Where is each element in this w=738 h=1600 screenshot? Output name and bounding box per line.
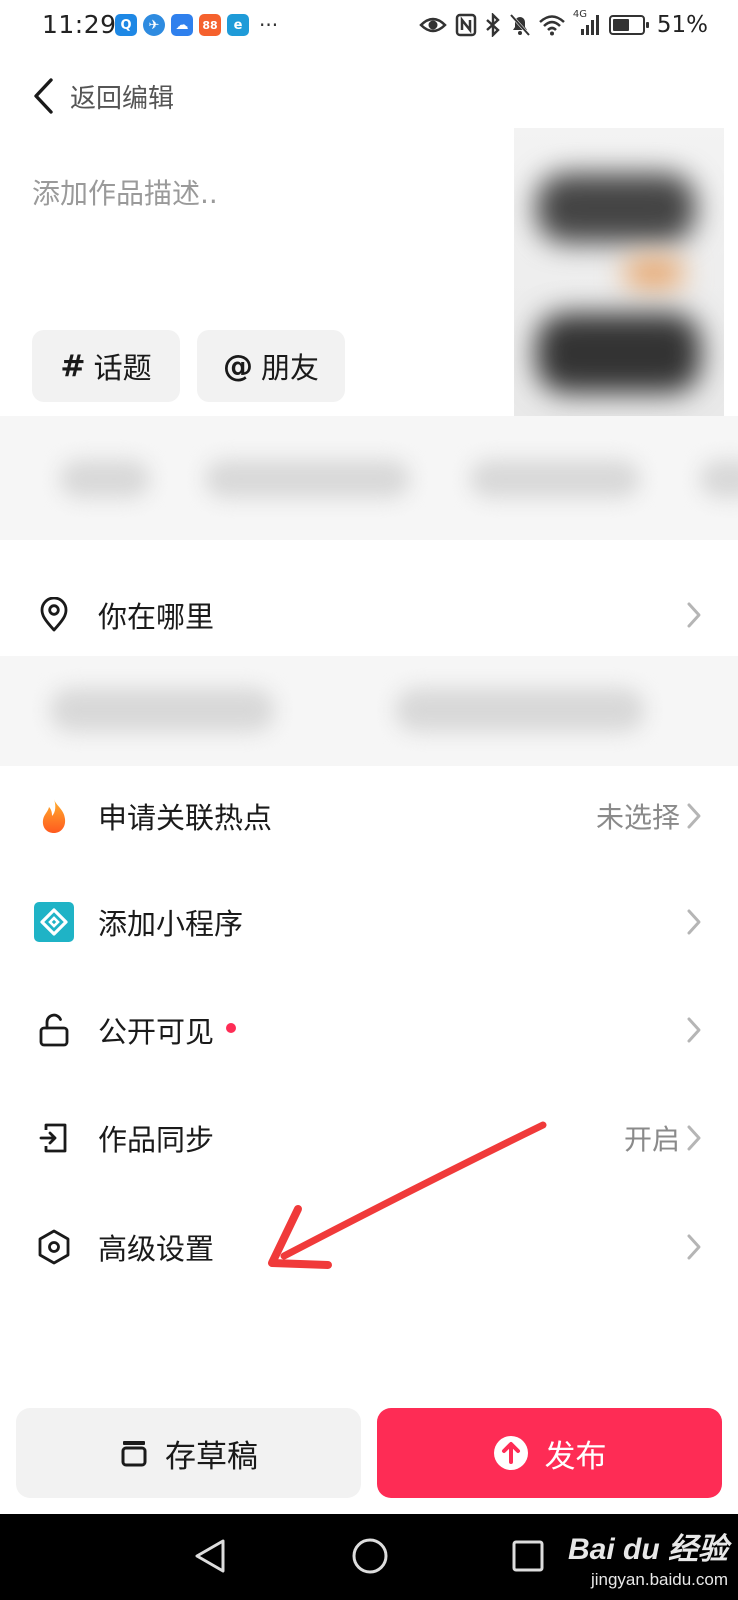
mute-bell-icon bbox=[509, 13, 530, 37]
qq-browser-icon: Q bbox=[115, 14, 137, 36]
topic-chip-label: 话题 bbox=[93, 351, 152, 385]
chevron-right-icon bbox=[687, 909, 701, 935]
telegram-like-icon: ✈ bbox=[143, 14, 165, 36]
hashtag-icon: # bbox=[60, 348, 86, 384]
hot-topic-value: 未选择 bbox=[595, 801, 680, 834]
advanced-settings-label: 高级设置 bbox=[98, 1232, 215, 1266]
mini-program-icon bbox=[34, 902, 74, 942]
battery-percent: 51% bbox=[656, 12, 708, 38]
nav-back-icon[interactable] bbox=[192, 1536, 228, 1576]
mention-chip-label: 朋友 bbox=[260, 351, 319, 385]
flame-icon bbox=[34, 796, 74, 836]
draft-box-icon bbox=[119, 1438, 149, 1468]
location-row[interactable]: 你在哪里 bbox=[0, 575, 738, 655]
cover-thumbnail[interactable] bbox=[514, 128, 724, 416]
weather-icon: ☁ bbox=[171, 14, 193, 36]
back-arrow-icon bbox=[34, 78, 53, 114]
status-bar: 11:29 Q ✈ ☁ 88 e ··· 4G 51% bbox=[0, 0, 738, 52]
description-input[interactable]: 添加作品描述.. bbox=[32, 172, 218, 212]
sync-label: 作品同步 bbox=[98, 1123, 215, 1157]
nav-recents-icon[interactable] bbox=[510, 1536, 546, 1576]
chevron-right-icon bbox=[687, 1234, 701, 1260]
sync-row[interactable]: 作品同步 开启 bbox=[0, 1098, 738, 1178]
at-icon: @ bbox=[222, 348, 253, 384]
wifi-icon bbox=[539, 15, 565, 36]
upload-arrow-icon bbox=[493, 1435, 529, 1471]
browser-e-icon: e bbox=[227, 14, 249, 36]
hot-topic-row[interactable]: 申请关联热点 未选择 bbox=[0, 776, 738, 856]
more-notifications-icon: ··· bbox=[259, 13, 279, 37]
save-draft-label: 存草稿 bbox=[165, 1438, 258, 1475]
baidu-watermark: Bai du 经验 jingyan.baidu.com bbox=[568, 1524, 728, 1590]
advanced-settings-row[interactable]: 高级设置 bbox=[0, 1207, 738, 1287]
save-draft-button[interactable]: 存草稿 bbox=[16, 1408, 361, 1498]
blurred-location-suggestions bbox=[0, 656, 738, 766]
visibility-label: 公开可见 bbox=[98, 1009, 237, 1051]
watermark-url: jingyan.baidu.com bbox=[590, 1570, 728, 1589]
back-label: 返回编辑 bbox=[70, 83, 175, 114]
nfc-icon bbox=[455, 13, 477, 37]
back-button[interactable]: 返回编辑 bbox=[32, 72, 174, 120]
chevron-right-icon bbox=[687, 1125, 701, 1151]
publish-button[interactable]: 发布 bbox=[377, 1408, 722, 1498]
signal-icon: 4G bbox=[573, 9, 601, 37]
chevron-right-icon bbox=[687, 803, 701, 829]
topic-chip[interactable]: # 话题 bbox=[32, 330, 180, 402]
publish-label: 发布 bbox=[544, 1438, 607, 1475]
hot-topic-label: 申请关联热点 bbox=[98, 801, 273, 835]
battery-icon bbox=[608, 15, 649, 35]
bluetooth-icon bbox=[486, 13, 500, 37]
visibility-row[interactable]: 公开可见 bbox=[0, 990, 738, 1070]
chevron-right-icon bbox=[687, 1017, 701, 1043]
mini-program-label: 添加小程序 bbox=[98, 907, 244, 941]
sync-value: 开启 bbox=[623, 1123, 680, 1156]
unlock-icon bbox=[34, 1010, 74, 1050]
chevron-right-icon bbox=[687, 602, 701, 628]
hexagon-settings-icon bbox=[34, 1227, 74, 1267]
system-icons: 4G 51% bbox=[419, 9, 708, 38]
status-time: 11:29 bbox=[42, 10, 117, 39]
nav-home-icon[interactable] bbox=[350, 1536, 390, 1576]
mention-chip[interactable]: @ 朋友 bbox=[197, 330, 345, 402]
eye-icon bbox=[419, 17, 447, 33]
taobao-style-icon: 88 bbox=[199, 14, 221, 36]
navigation-bar: Bai du 经验 jingyan.baidu.com bbox=[0, 1514, 738, 1600]
watermark-logo: Bai du 经验 bbox=[567, 1533, 728, 1566]
new-badge-dot bbox=[226, 1023, 237, 1033]
notification-icons: Q ✈ ☁ 88 e ··· bbox=[115, 14, 278, 36]
location-label: 你在哪里 bbox=[98, 600, 215, 634]
blurred-suggestions bbox=[0, 416, 738, 540]
sync-share-icon bbox=[34, 1118, 74, 1158]
location-pin-icon bbox=[34, 595, 74, 635]
mini-program-row[interactable]: 添加小程序 bbox=[0, 882, 738, 962]
